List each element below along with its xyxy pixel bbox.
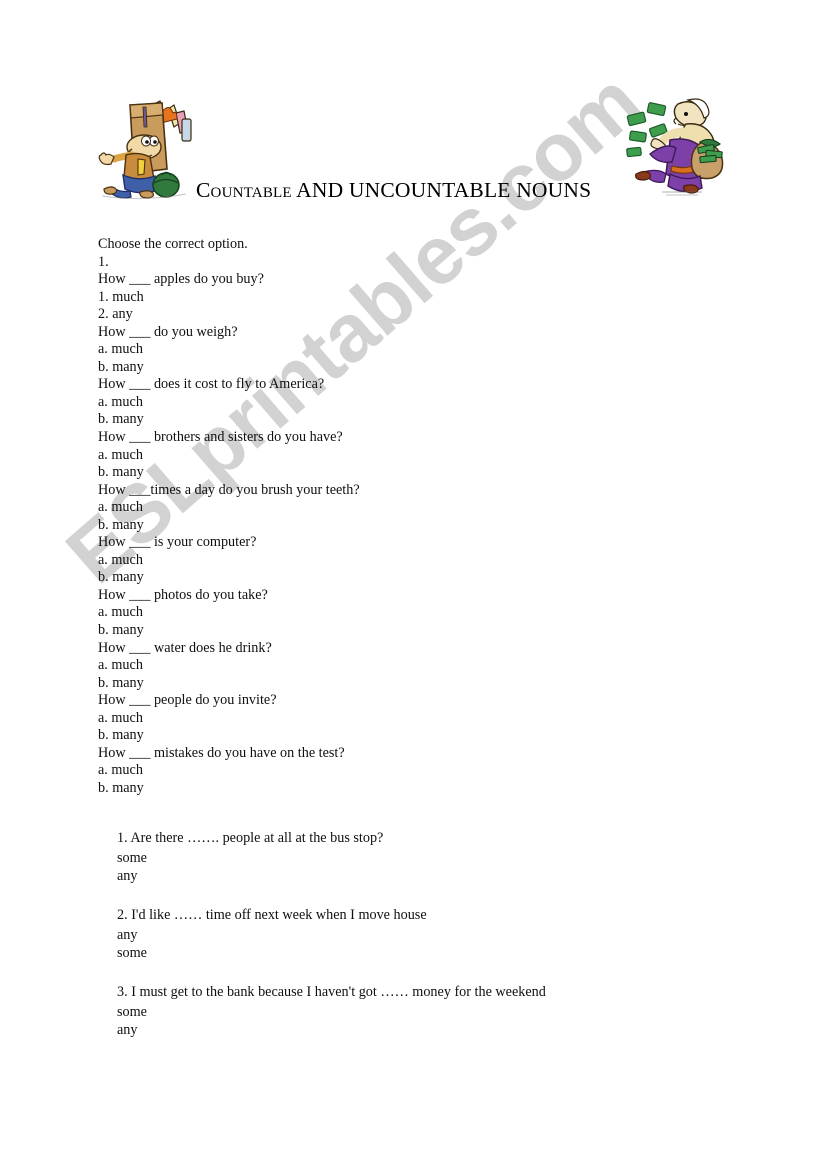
answer-option-line: a. much: [98, 446, 143, 463]
question-line: 2. I'd like …… time off next week when I…: [117, 907, 427, 924]
answer-option-line: 1. much: [98, 288, 144, 305]
answer-option-line: a. much: [98, 657, 143, 674]
answer-option-line: b. many: [98, 464, 144, 481]
answer-option-line: b. many: [98, 622, 144, 639]
answer-option-line: any: [117, 927, 138, 944]
some-any-question-group: 2. I'd like …… time off next week when I…: [117, 903, 777, 962]
page-title: Countable AND UNCOUNTABLE NOUNS: [196, 178, 591, 203]
answer-option-line: b. many: [98, 727, 144, 744]
some-any-question-group: 1. Are there ……. people at all at the bu…: [117, 826, 777, 885]
question-line: How ___ brothers and sisters do you have…: [98, 429, 343, 446]
question-line: How ___ apples do you buy?: [98, 271, 264, 288]
answer-option-line: b. many: [98, 674, 144, 691]
answer-option-line: a. much: [98, 393, 143, 410]
question-line: How ___ water does he drink?: [98, 639, 272, 656]
section-one: Choose the correct option. 1. How ___ ap…: [98, 236, 758, 798]
answer-option-line: a. much: [98, 709, 143, 726]
worksheet-header: Countable AND UNCOUNTABLE NOUNS: [0, 0, 821, 215]
question-line: How ___ mistakes do you have on the test…: [98, 744, 345, 761]
man-throwing-money-from-sack-icon: [626, 98, 724, 196]
answer-option-line: some: [117, 1004, 147, 1021]
instruction-text: Choose the correct option.: [98, 236, 248, 252]
question-line: How ___times a day do you brush your tee…: [98, 481, 360, 498]
answer-option-line: any: [117, 867, 138, 884]
question-line: How ___ do you weigh?: [98, 323, 238, 340]
worksheet-page: ESLprintables.com Countable AND UNCOUNTA…: [0, 0, 821, 1169]
answer-option-line: 2. any: [98, 306, 133, 323]
answer-option-line: b. many: [98, 779, 144, 796]
section-one-lines: How ___ apples do you buy? 1. much 2. any H…: [98, 271, 758, 797]
answer-option-line: a. much: [98, 341, 143, 358]
question-line: How ___ does it cost to fly to America?: [98, 376, 325, 393]
answer-option-line: a. much: [98, 604, 143, 621]
answer-option-line: a. much: [98, 499, 143, 516]
answer-option-line: b. many: [98, 569, 144, 586]
section-two: 1. Are there ……. people at all at the bu…: [117, 826, 777, 1039]
some-any-question-group: 3. I must get to the bank because I have…: [117, 980, 777, 1039]
question-line: 3. I must get to the bank because I have…: [117, 984, 546, 1001]
section-number: 1.: [98, 253, 109, 270]
answer-option-line: some: [117, 850, 147, 866]
page-title-first-word: Countable: [196, 178, 292, 202]
question-line: How ___ people do you invite?: [98, 692, 277, 709]
question-line: How ___ is your computer?: [98, 534, 257, 551]
man-carrying-grocery-bag-icon: [98, 100, 192, 200]
answer-option-line: a. much: [98, 551, 143, 568]
answer-option-line: any: [117, 1021, 138, 1038]
question-line: 1. Are there ……. people at all at the bu…: [117, 830, 384, 846]
page-title-rest: AND UNCOUNTABLE NOUNS: [291, 178, 592, 202]
answer-option-line: b. many: [98, 411, 144, 428]
answer-option-line: b. many: [98, 516, 144, 533]
answer-option-line: b. many: [98, 358, 144, 375]
answer-option-line: a. much: [98, 762, 143, 779]
question-line: How ___ photos do you take?: [98, 586, 268, 603]
answer-option-line: some: [117, 944, 147, 961]
